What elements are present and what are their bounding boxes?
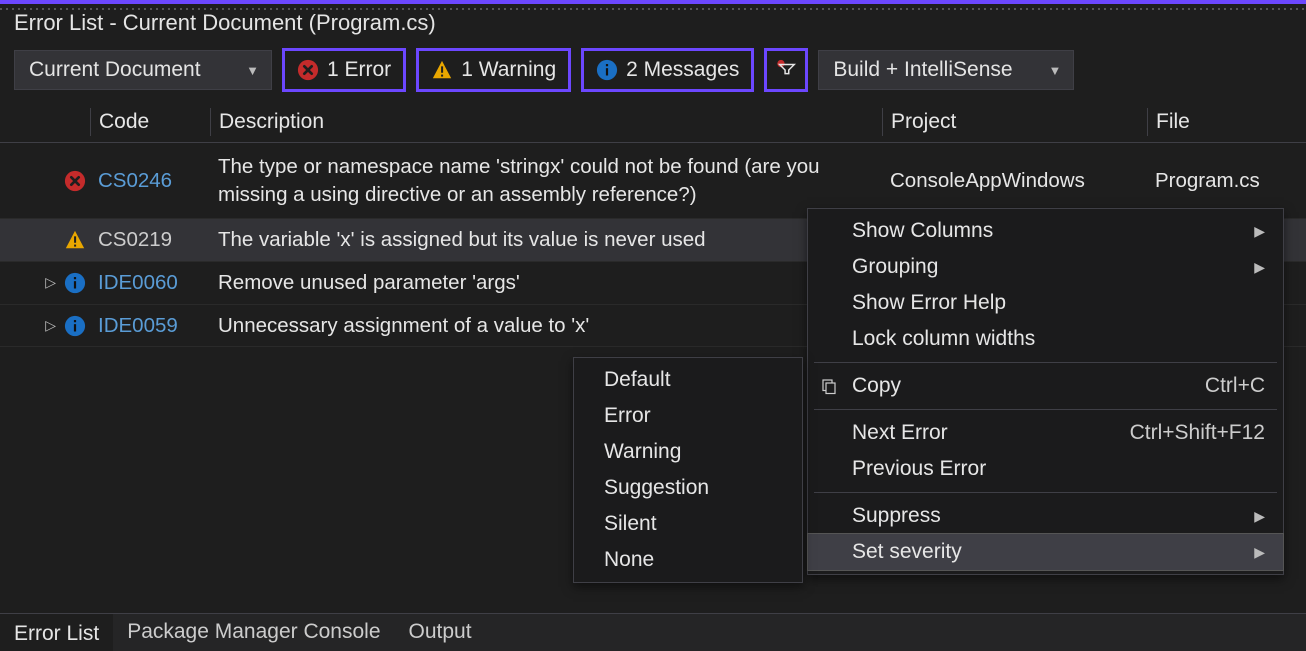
warning-icon — [431, 59, 453, 81]
menu-label: Show Columns — [852, 219, 993, 243]
messages-filter-button[interactable]: 2 Messages — [581, 48, 754, 92]
chevron-right-icon: ▶ — [1254, 508, 1265, 525]
menu-separator — [814, 492, 1277, 493]
col-project[interactable]: Project — [882, 108, 1147, 136]
menu-shortcut: Ctrl+C — [1165, 374, 1265, 398]
source-dropdown[interactable]: Build + IntelliSense ▼ — [818, 50, 1074, 90]
menu-shortcut: Ctrl+Shift+F12 — [1090, 421, 1265, 445]
severity-silent[interactable]: Silent — [574, 506, 802, 542]
menu-label: Set severity — [852, 540, 962, 564]
tab-output[interactable]: Output — [395, 614, 486, 651]
info-icon — [60, 315, 90, 337]
scope-dropdown[interactable]: Current Document ▼ — [14, 50, 272, 90]
errors-count-label: 1 Error — [327, 58, 391, 82]
tab-package-manager-console[interactable]: Package Manager Console — [113, 614, 394, 651]
menu-separator — [814, 362, 1277, 363]
warnings-filter-button[interactable]: 1 Warning — [416, 48, 571, 92]
severity-none[interactable]: None — [574, 542, 802, 578]
filter-icon — [775, 59, 797, 81]
menu-label: Lock column widths — [852, 327, 1035, 351]
menu-label: Suppress — [852, 504, 941, 528]
severity-suggestion[interactable]: Suggestion — [574, 470, 802, 506]
col-code[interactable]: Code — [90, 108, 210, 136]
menu-label: Grouping — [852, 255, 938, 279]
description-cell: The type or namespace name 'stringx' cou… — [210, 153, 882, 208]
code-cell[interactable]: CS0246 — [90, 169, 210, 193]
menu-copy[interactable]: Copy Ctrl+C — [808, 368, 1283, 404]
severity-warning[interactable]: Warning — [574, 434, 802, 470]
menu-label: Next Error — [852, 421, 948, 445]
scope-label: Current Document — [29, 58, 201, 82]
chevron-right-icon: ▶ — [1254, 544, 1265, 561]
menu-suppress[interactable]: Suppress ▶ — [808, 498, 1283, 534]
info-icon — [60, 272, 90, 294]
chevron-right-icon: ▶ — [1254, 259, 1265, 276]
col-file[interactable]: File — [1147, 108, 1306, 136]
menu-grouping[interactable]: Grouping ▶ — [808, 249, 1283, 285]
clear-filter-button[interactable] — [764, 48, 808, 92]
warnings-count-label: 1 Warning — [461, 58, 556, 82]
description-cell: The variable 'x' is assigned but its val… — [210, 226, 882, 254]
menu-set-severity[interactable]: Set severity ▶ — [808, 534, 1283, 570]
expand-toggle[interactable]: ▷ — [0, 274, 60, 291]
menu-label: Copy — [852, 374, 901, 398]
chevron-down-icon: ▼ — [246, 63, 259, 78]
error-icon — [297, 59, 319, 81]
code-cell[interactable]: IDE0059 — [90, 314, 210, 338]
description-cell: Remove unused parameter 'args' — [210, 269, 882, 297]
file-cell: Program.cs — [1147, 167, 1306, 195]
errors-filter-button[interactable]: 1 Error — [282, 48, 406, 92]
chevron-right-icon: ▶ — [1254, 223, 1265, 240]
menu-show-columns[interactable]: Show Columns ▶ — [808, 213, 1283, 249]
tab-error-list[interactable]: Error List — [0, 614, 113, 651]
menu-lock-column-widths[interactable]: Lock column widths — [808, 321, 1283, 357]
chevron-down-icon: ▼ — [1048, 63, 1061, 78]
source-label: Build + IntelliSense — [833, 58, 1012, 82]
col-icon[interactable] — [0, 108, 60, 136]
copy-icon — [818, 375, 840, 397]
grid-header: Code Description Project File — [0, 102, 1306, 143]
messages-count-label: 2 Messages — [626, 58, 739, 82]
error-icon — [60, 170, 90, 192]
context-menu: Show Columns ▶ Grouping ▶ Show Error Hel… — [807, 208, 1284, 575]
menu-separator — [814, 409, 1277, 410]
menu-next-error[interactable]: Next Error Ctrl+Shift+F12 — [808, 415, 1283, 451]
warning-icon — [60, 229, 90, 251]
footer-tabs: Error List Package Manager Console Outpu… — [0, 613, 1306, 651]
severity-submenu: Default Error Warning Suggestion Silent … — [573, 357, 803, 583]
code-cell[interactable]: IDE0060 — [90, 271, 210, 295]
menu-label: Show Error Help — [852, 291, 1006, 315]
menu-label: Previous Error — [852, 457, 986, 481]
info-icon — [596, 59, 618, 81]
error-list-toolbar: Current Document ▼ 1 Error 1 Warning 2 M… — [0, 42, 1306, 102]
col-description[interactable]: Description — [210, 108, 882, 136]
expand-toggle[interactable]: ▷ — [0, 317, 60, 334]
severity-error[interactable]: Error — [574, 398, 802, 434]
panel-top-border — [0, 8, 1306, 10]
severity-default[interactable]: Default — [574, 362, 802, 398]
menu-show-error-help[interactable]: Show Error Help — [808, 285, 1283, 321]
menu-previous-error[interactable]: Previous Error — [808, 451, 1283, 487]
description-cell: Unnecessary assignment of a value to 'x' — [210, 312, 882, 340]
project-cell: ConsoleAppWindows — [882, 167, 1147, 195]
code-cell[interactable]: CS0219 — [90, 228, 210, 252]
